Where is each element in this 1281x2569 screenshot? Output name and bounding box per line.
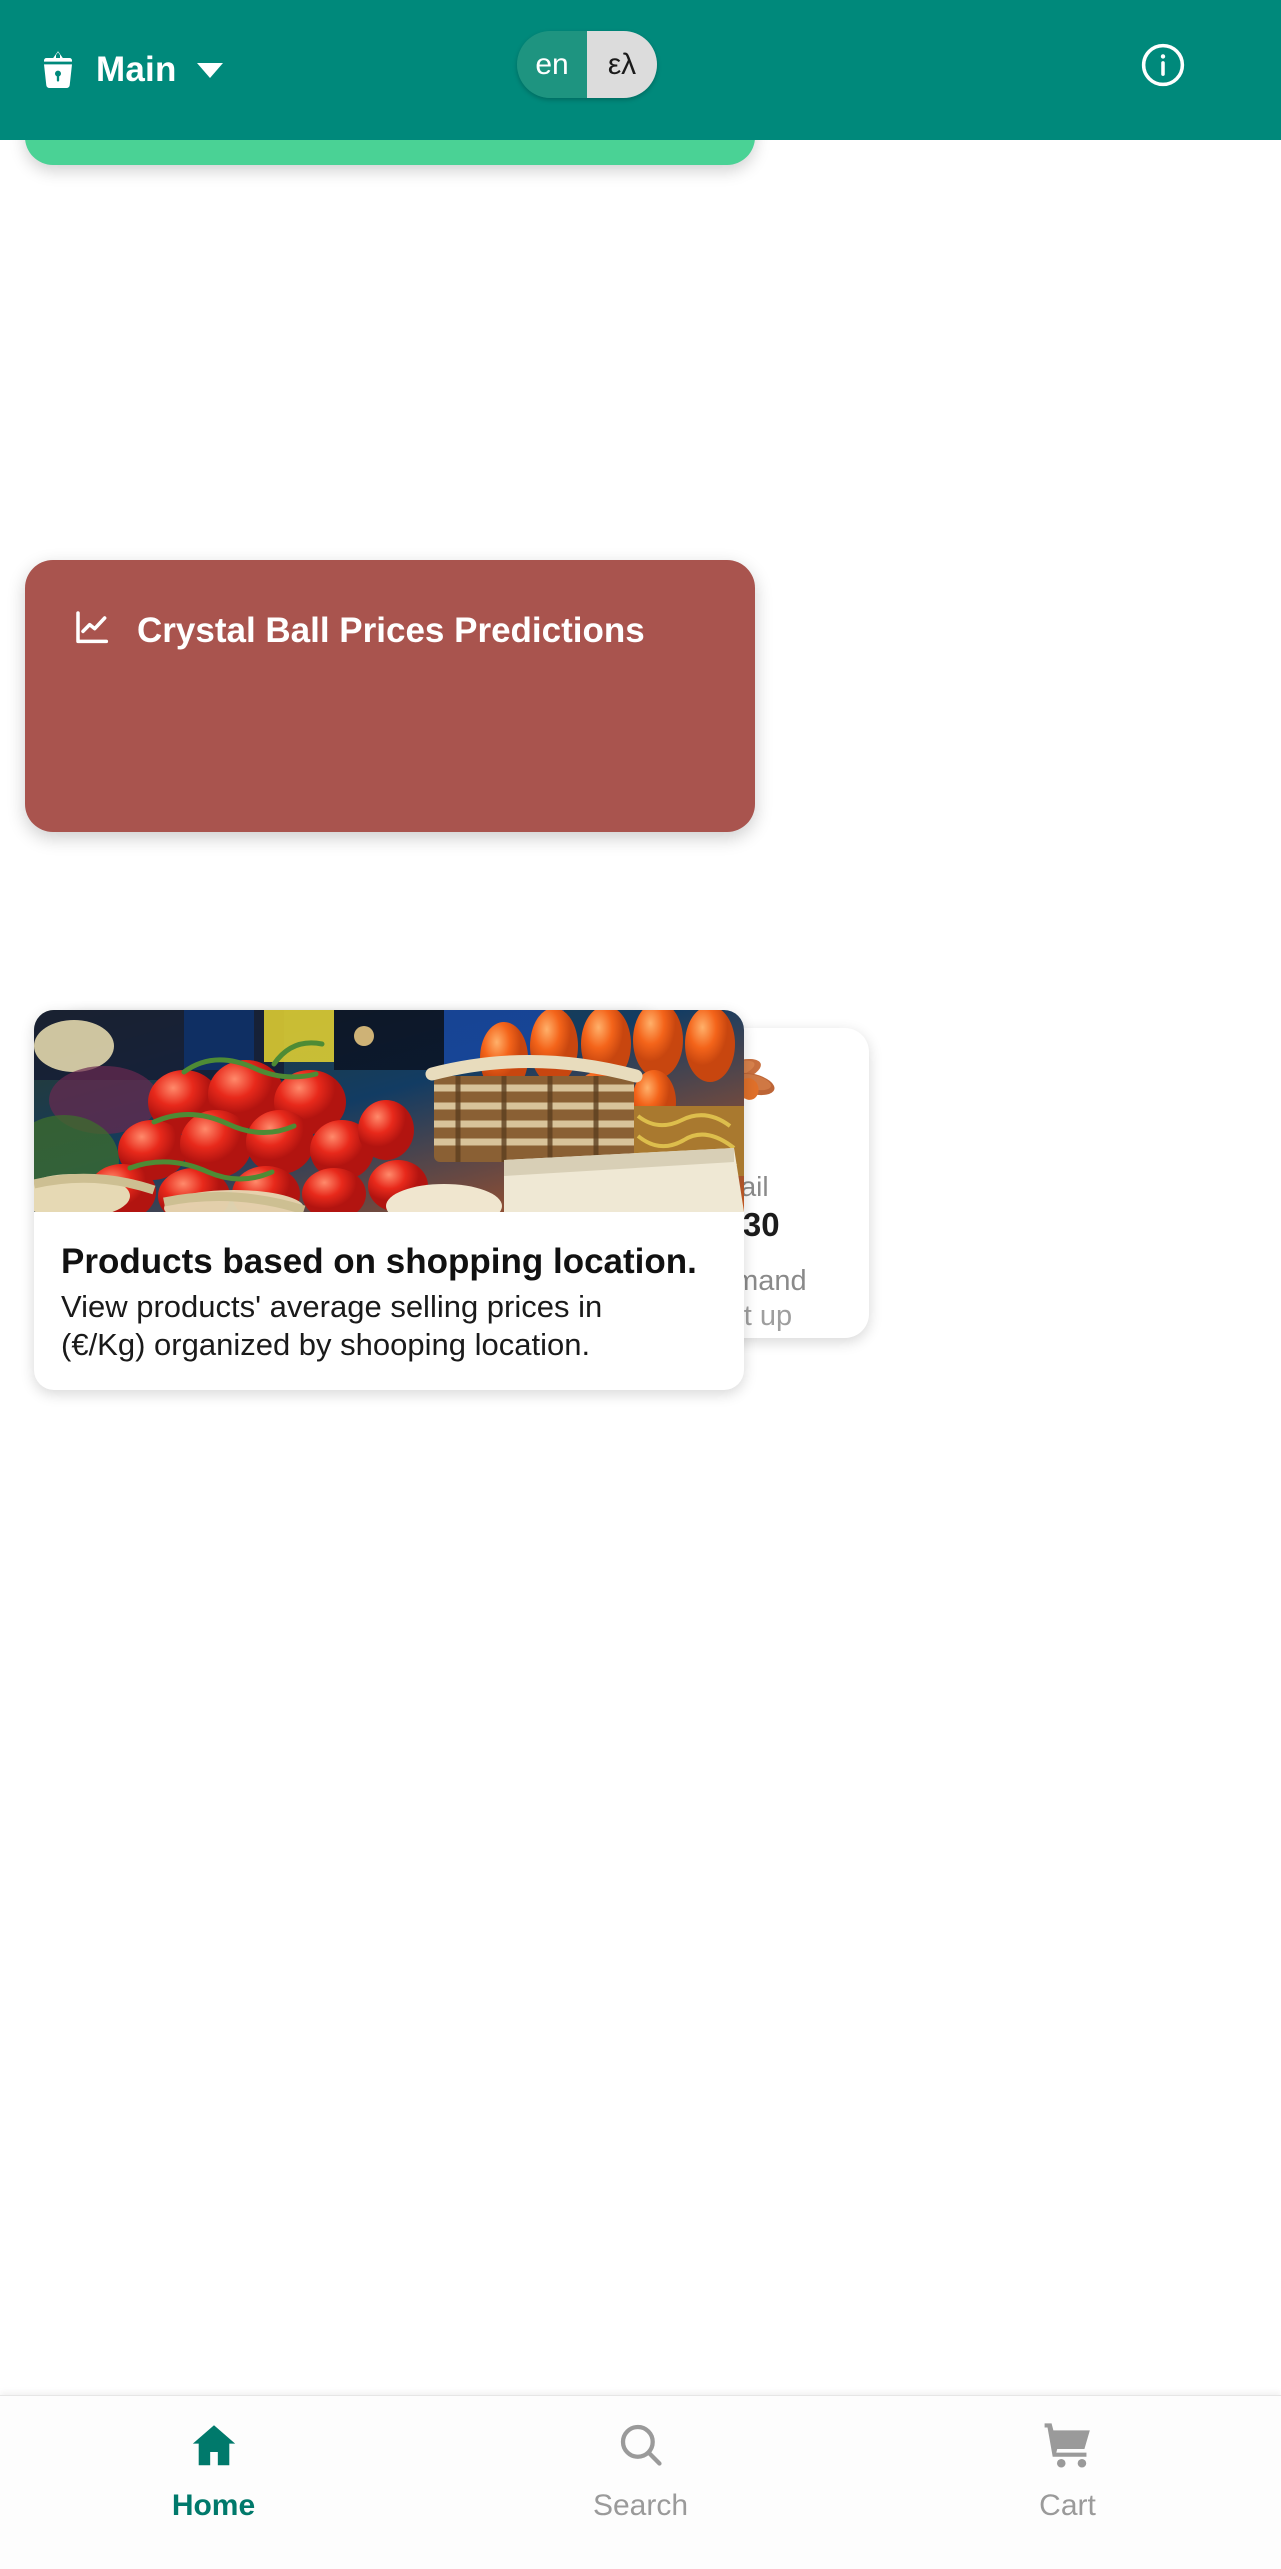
crystal-ball-header: Crystal Ball Prices Predictions <box>73 608 645 653</box>
crystal-ball-section: Crystal Ball Prices Predictions Cucumber <box>25 560 869 1358</box>
nav-item-search[interactable]: Search <box>427 2396 854 2569</box>
chevron-down-icon[interactable] <box>196 62 223 78</box>
language-option-en[interactable]: en <box>517 31 587 98</box>
language-toggle[interactable]: en ελ <box>517 31 657 98</box>
bottom-navigation: Home Search Cart <box>0 2395 1281 2569</box>
nav-label-search: Search <box>592 2489 689 2522</box>
shopping-location-banner[interactable]: Products based on shopping location. Vie… <box>34 1010 744 1390</box>
banner-subtitle: View products' average selling prices in… <box>61 1289 603 1362</box>
banner-title: Products based on shopping location. <box>61 1242 697 1281</box>
app-bar-title: Main <box>96 50 177 89</box>
nav-label-cart: Cart <box>1039 2489 1096 2522</box>
crystal-ball-title: Crystal Ball Prices Predictions <box>137 610 645 650</box>
home-icon <box>187 2418 241 2477</box>
app-bar: Main en ελ <box>0 0 1281 140</box>
info-circle-icon[interactable] <box>1138 40 1188 90</box>
language-option-el[interactable]: ελ <box>587 31 657 98</box>
market-tomatoes-image <box>34 1010 744 1212</box>
line-chart-icon <box>73 608 113 653</box>
search-icon <box>614 2418 668 2477</box>
market-selector[interactable]: Main <box>34 46 223 94</box>
basket-icon <box>34 46 82 94</box>
nav-label-home: Home <box>171 2489 256 2522</box>
cart-icon <box>1041 2418 1095 2477</box>
nav-item-cart[interactable]: Cart <box>854 2396 1281 2569</box>
nav-item-home[interactable]: Home <box>0 2396 427 2569</box>
